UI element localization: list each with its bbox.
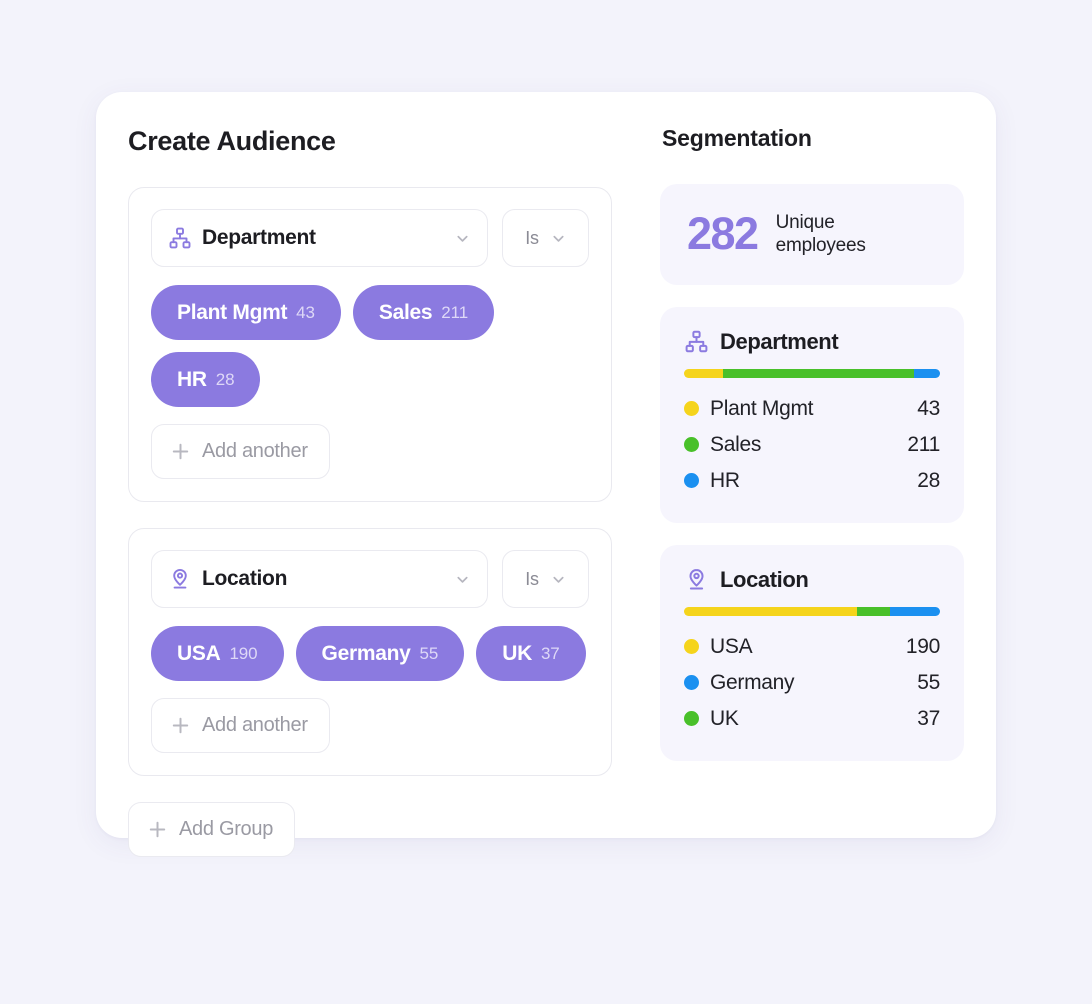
chip-label: HR: [177, 367, 207, 391]
chip-count: 190: [229, 643, 258, 663]
chip-label: Sales: [378, 300, 433, 324]
field-select-label: Location: [202, 567, 288, 591]
add-group-wrapper: Add Group: [128, 802, 644, 858]
chip-list-department: Plant Mgmt 43 Sales 211 HR 28: [151, 285, 589, 408]
filter-group-department: Department Is Plant Mgmt 43 Sales 211 HR…: [128, 187, 612, 503]
legend-value: 211: [907, 432, 940, 456]
chip-label: USA: [177, 641, 221, 665]
chip-plant-mgmt[interactable]: Plant Mgmt 43: [151, 285, 341, 341]
field-select-department[interactable]: Department: [151, 209, 488, 268]
unique-employees-label: Unique employees: [776, 211, 866, 257]
legend-label: Sales: [710, 432, 762, 456]
chip-hr[interactable]: HR 28: [151, 352, 261, 408]
segmentation-column: Segmentation 282 Unique employees Depart…: [644, 92, 996, 838]
add-group-label: Add Group: [179, 818, 274, 841]
add-group-button[interactable]: Add Group: [128, 802, 296, 858]
legend-dot: [684, 675, 699, 691]
chip-label: Plant Mgmt: [177, 300, 288, 324]
segmentation-title: Segmentation: [662, 125, 812, 151]
legend-label: Plant Mgmt: [710, 396, 814, 420]
legend-value: 190: [905, 634, 940, 658]
chip-count: 43: [296, 302, 315, 322]
legend-dot: [684, 437, 699, 453]
legend-label: USA: [710, 634, 753, 658]
chip-count: 37: [540, 643, 560, 663]
operator-label: Is: [525, 227, 539, 248]
bar-segment-germany: [890, 606, 940, 616]
chevron-down-icon: [553, 235, 564, 242]
page-title: Create Audience: [128, 126, 336, 156]
segmentation-card-department: Department Plant Mgmt 43 Sales 211 HR 28: [660, 306, 964, 523]
operator-select-department[interactable]: Is: [502, 209, 589, 268]
card-header: Department: [684, 329, 940, 355]
segmentation-card-location: Location USA 190 Germany 55 UK 37: [660, 544, 964, 761]
field-select-location[interactable]: Location: [151, 550, 488, 609]
filter-row: Location Is: [151, 550, 589, 609]
filter-group-location: Location Is USA 190 Germany 55 UK 37 Add…: [128, 528, 612, 777]
legend-label: Germany: [710, 670, 795, 694]
chip-label: Germany: [321, 641, 411, 665]
chip-label: UK: [502, 641, 532, 665]
chevron-down-icon: [553, 576, 564, 583]
add-another-button-location[interactable]: Add another: [151, 698, 330, 754]
bar-segment-uk: [856, 606, 891, 616]
legend-row: HR 28: [684, 463, 940, 499]
chip-uk[interactable]: UK 37: [476, 626, 586, 682]
legend-value: 55: [917, 670, 940, 694]
plus-icon: [149, 822, 166, 838]
operator-label: Is: [525, 568, 539, 589]
org-chart-icon: [684, 329, 709, 354]
create-audience-column: Create Audience Department Is Plant Mgmt…: [96, 92, 644, 858]
add-another-label: Add another: [202, 714, 308, 737]
chip-list-location: USA 190 Germany 55 UK 37: [151, 626, 589, 682]
filter-row: Department Is: [151, 209, 589, 268]
legend-value: 43: [917, 396, 940, 420]
org-chart-icon: [168, 226, 192, 250]
bar-segment-sales: [722, 368, 915, 378]
stacked-bar-location: [684, 606, 940, 616]
chip-usa[interactable]: USA 190: [151, 626, 284, 682]
legend-value: 37: [917, 706, 940, 730]
map-pin-icon: [168, 567, 192, 591]
chip-count: 211: [441, 302, 469, 322]
legend-dot: [684, 473, 699, 489]
legend-row: Sales 211: [684, 427, 940, 463]
legend-label: HR: [710, 468, 740, 492]
add-another-button-department[interactable]: Add another: [151, 424, 330, 480]
chip-germany[interactable]: Germany 55: [295, 626, 465, 682]
main-panel: Create Audience Department Is Plant Mgmt…: [96, 92, 996, 858]
chip-count: 28: [215, 369, 235, 389]
chevron-down-icon: [457, 235, 468, 242]
legend-value: 28: [917, 468, 940, 492]
operator-select-location[interactable]: Is: [502, 550, 589, 609]
legend-dot: [684, 401, 699, 417]
legend-row: USA 190: [684, 629, 940, 665]
chip-sales[interactable]: Sales 211: [352, 285, 495, 341]
card-title: Department: [720, 328, 839, 354]
chevron-down-icon: [457, 576, 468, 583]
map-pin-icon: [684, 567, 709, 592]
card-header: Location: [684, 567, 940, 593]
plus-icon: [172, 718, 189, 734]
unique-label-line2: employees: [775, 234, 866, 256]
legend-row: Plant Mgmt 43: [684, 391, 940, 427]
legend-label: UK: [710, 706, 739, 730]
bar-segment-usa: [684, 606, 857, 616]
add-another-label: Add another: [202, 440, 308, 463]
field-select-label: Department: [202, 226, 316, 250]
legend-row: UK 37: [684, 701, 940, 737]
chip-count: 55: [419, 643, 439, 663]
app-root: Create Audience Department Is Plant Mgmt…: [0, 0, 1092, 1004]
unique-employees-value: 282: [687, 208, 759, 260]
unique-employees-card: 282 Unique employees: [660, 183, 964, 285]
legend-dot: [684, 711, 699, 727]
bar-segment-hr: [914, 368, 940, 378]
card-title: Location: [720, 566, 809, 592]
legend-row: Germany 55: [684, 665, 940, 701]
plus-icon: [172, 444, 189, 460]
bar-segment-plant-mgmt: [684, 368, 723, 378]
stacked-bar-department: [684, 368, 940, 378]
legend-dot: [684, 639, 699, 655]
unique-label-line1: Unique: [775, 211, 835, 233]
